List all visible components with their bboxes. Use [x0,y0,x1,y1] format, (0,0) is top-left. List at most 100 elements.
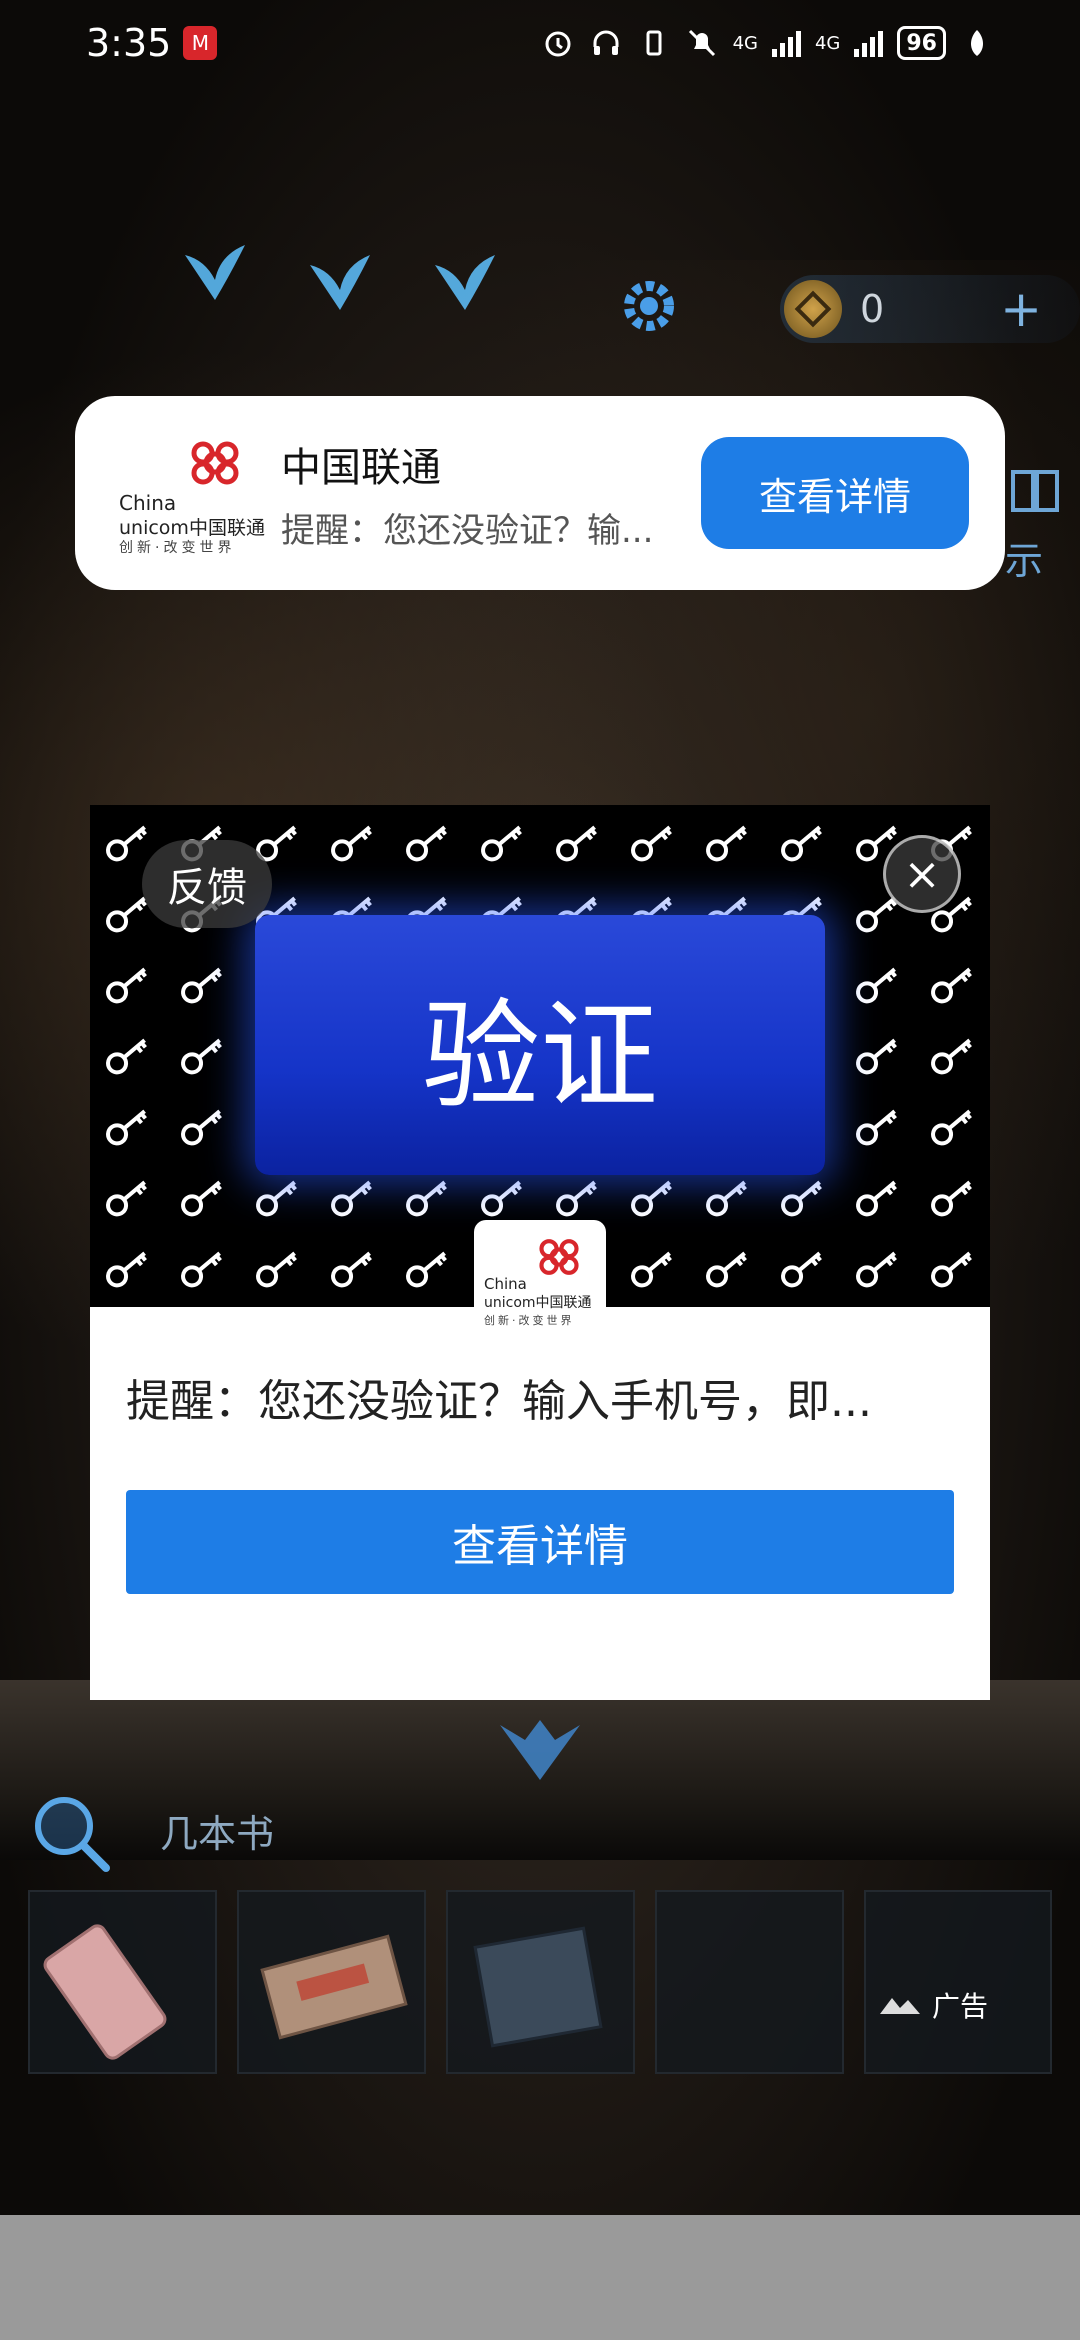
navigation-bar [0,2215,1080,2340]
add-coins-button[interactable]: + [1000,280,1042,338]
butterfly-icon-1 [185,245,245,300]
logo-text-unicom: unicom中国联通 [119,517,265,539]
key-icon [856,967,897,1004]
key-icon [406,1251,447,1288]
alarm-icon [541,26,575,60]
inventory-slot-empty-2[interactable] [863,1890,1052,2074]
book-icon [1011,470,1059,512]
ad-logo-slogan: 创新·改变世界 [484,1314,575,1327]
butterfly-icon-2 [310,255,370,310]
logo-slogan: 创新·改变世界 [119,540,236,556]
key-icon [781,1180,822,1217]
key-icon [106,967,147,1004]
key-icon [181,967,222,1004]
key-icon [256,1251,297,1288]
box-item-icon [260,1934,408,2040]
book-item-icon [473,1926,603,2048]
battery-indicator: 96 [897,26,946,60]
key-icon [556,1180,597,1217]
key-icon [181,1180,222,1217]
key-icon [631,825,672,862]
key-icon [181,1038,222,1075]
key-icon [181,1251,222,1288]
ad-tag: 广告 [878,1985,988,2025]
key-icon [856,1038,897,1075]
key-icon [106,1251,147,1288]
notification-banner[interactable]: China unicom中国联通 创新·改变世界 中国联通 提醒：您还没验证？输… [75,396,1005,590]
phone-item-icon [43,1924,167,2060]
inventory-slot-empty-1[interactable] [655,1890,844,2074]
key-icon [931,1038,972,1075]
key-icon [106,825,147,862]
ad-description: 提醒：您还没验证？输入手机号，即... [126,1376,872,1427]
magnifier-hint-icon[interactable] [28,1790,112,1874]
key-icon [856,1251,897,1288]
ad-popup[interactable]: 验证 反馈 × China unicom中国联通 创新·改变世界 提醒：您还没验… [90,805,990,1700]
key-icon [781,1251,822,1288]
coin-counter: 0 + [780,275,1080,343]
key-icon [406,1180,447,1217]
key-icon [856,1109,897,1146]
ad-view-details-button[interactable]: 查看详情 [126,1490,954,1594]
unicom-knot-icon [191,441,239,485]
network-type-1: 4G [732,32,758,54]
network-type-2: 4G [814,32,841,54]
butterfly-icon-3 [435,255,495,310]
ad-tag-text: 广告 [932,1990,989,2023]
signal-strength-icon-1 [771,29,801,57]
key-icon [931,1251,972,1288]
key-icon [781,825,822,862]
key-icon [931,1109,972,1146]
key-icon [106,1038,147,1075]
signal-strength-icon-2 [854,29,884,57]
coin-icon [784,280,842,338]
key-icon [706,1180,747,1217]
ad-unicom-knot-icon [539,1239,579,1275]
inventory-slot-phone[interactable] [28,1890,217,2074]
ad-provider-icon [880,1998,920,2014]
feedback-button[interactable]: 反馈 [142,840,272,928]
notification-body: 提醒：您还没验证？输... [281,510,654,551]
settings-gear-icon[interactable] [615,272,683,340]
inventory-bar [28,1890,1052,2074]
crest-icon [500,1720,580,1780]
ad-logo-text-unicom: unicom中国联通 [484,1295,592,1311]
vibrate-icon [637,26,671,60]
clock: 3:35 [86,21,172,65]
side-hint-button[interactable]: 示 [1005,460,1075,583]
key-icon [556,825,597,862]
status-bar: 3:35 M 4G 4G 96 [0,0,1080,86]
notification-title: 中国联通 [281,444,441,491]
key-icon [631,1180,672,1217]
key-icon [331,1251,372,1288]
verify-banner-button[interactable]: 验证 [255,915,825,1175]
key-icon [631,1251,672,1288]
key-icon [181,1109,222,1146]
inventory-slot-book[interactable] [446,1890,635,2074]
logo-text-china: China [119,491,177,515]
key-icon [106,1109,147,1146]
coin-count: 0 [860,287,885,331]
key-icon [931,967,972,1004]
key-icon [931,1180,972,1217]
headphones-icon [589,26,623,60]
side-hint-label: 示 [1005,539,1044,583]
key-icon [106,1180,147,1217]
carrier-app-icon: M [183,26,218,60]
key-icon [331,825,372,862]
key-icon [706,1251,747,1288]
key-icon [331,1180,372,1217]
ad-logo-text-china: China [484,1275,527,1293]
leaf-icon [960,26,994,60]
key-icon [256,1180,297,1217]
mute-bell-icon [685,26,719,60]
hint-label: 几本书 [160,1812,275,1856]
key-icon [856,1180,897,1217]
key-icon [481,825,522,862]
key-icon [406,825,447,862]
inventory-slot-stapler-box[interactable] [237,1890,426,2074]
unicom-logo: China unicom中国联通 创新·改变世界 [113,433,265,556]
notification-view-details-button[interactable]: 查看详情 [701,437,969,549]
close-ad-button[interactable]: × [883,835,961,913]
key-icon [481,1180,522,1217]
